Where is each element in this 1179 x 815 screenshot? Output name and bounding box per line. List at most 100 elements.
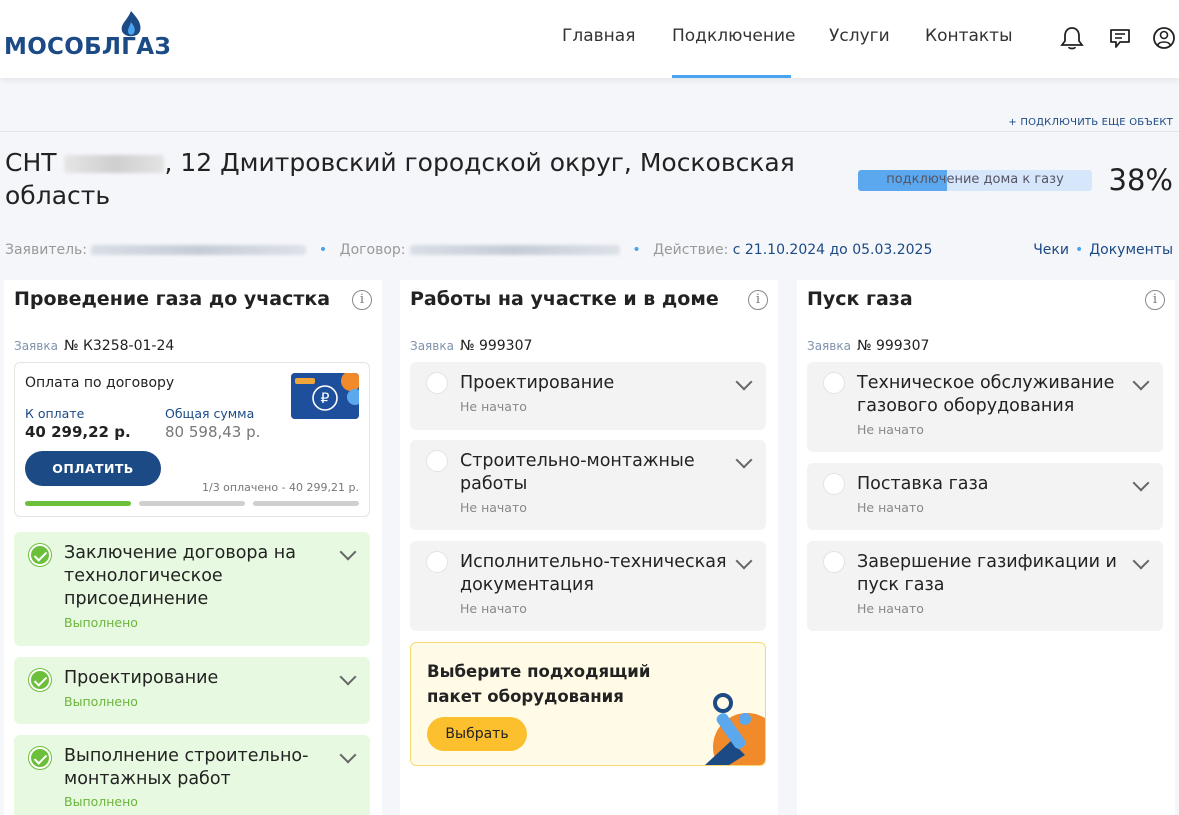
step-status: Не начато <box>460 500 527 515</box>
step-title: Завершение газификации и пуск газа <box>857 552 1117 595</box>
svg-text:₽: ₽ <box>321 391 330 407</box>
step-construction[interactable]: Строительно-монтажные работы Не начато <box>410 440 766 530</box>
step-status: Не начато <box>460 399 527 414</box>
column-title: Работы на участке и в доме <box>410 288 719 310</box>
top-header: МОСОБЛГАЗ Главная Подключение Услуги Кон… <box>0 0 1179 78</box>
nav-connection[interactable]: Подключение <box>672 26 796 46</box>
doc-links: Чеки • Документы <box>1033 242 1173 258</box>
applicant-label: Заявитель: <box>5 242 88 258</box>
wrench-illustration-icon <box>705 693 765 765</box>
step-status: Выполнено <box>64 615 138 630</box>
request-value: № 999307 <box>459 338 533 354</box>
action-period: с 21.10.2024 до 05.03.2025 <box>732 242 933 258</box>
nav-contacts[interactable]: Контакты <box>925 26 1013 46</box>
equipment-promo: Выберите подходящий пакет оборудования В… <box>410 642 766 766</box>
step-design[interactable]: Проектирование Выполнено <box>14 657 370 724</box>
chevron-down-icon[interactable] <box>339 668 357 686</box>
step-circle-icon <box>823 551 845 573</box>
check-icon <box>29 669 51 691</box>
step-maintenance[interactable]: Техническое обслуживание газового оборуд… <box>807 362 1163 452</box>
request-value: № 999307 <box>856 338 930 354</box>
column-title: Проведение газа до участка <box>14 288 331 310</box>
total-amount: 80 598,43 р. <box>165 423 261 441</box>
check-icon <box>29 747 51 769</box>
redacted-applicant <box>91 245 307 255</box>
due-label: К оплате <box>25 406 85 421</box>
chevron-down-icon[interactable] <box>1132 373 1150 391</box>
installment-bar <box>25 501 131 506</box>
chevron-down-icon[interactable] <box>339 543 357 561</box>
request-number: Заявка № К3258-01-24 <box>14 338 174 354</box>
object-type: СНТ <box>5 148 57 177</box>
paid-summary: 1/3 оплачено - 40 299,21 р. <box>201 481 359 494</box>
step-title: Заключение договора на технологическое п… <box>64 543 296 609</box>
step-title: Поставка газа <box>857 474 989 494</box>
step-status: Не начато <box>857 422 924 437</box>
info-icon[interactable]: i <box>1145 290 1165 310</box>
action-label: Действие: <box>653 242 729 258</box>
choose-button[interactable]: Выбрать <box>427 717 527 751</box>
step-circle-icon <box>426 450 448 472</box>
connection-progress-bar: подключение дома к газу <box>858 170 1092 191</box>
info-icon[interactable]: i <box>748 290 768 310</box>
step-design[interactable]: Проектирование Не начато <box>410 362 766 430</box>
step-construction[interactable]: Выполнение строительно-монтажных работ В… <box>14 735 370 815</box>
due-amount: 40 299,22 р. <box>25 423 131 441</box>
divider <box>0 131 1179 132</box>
step-circle-icon <box>426 551 448 573</box>
step-status: Не начато <box>460 601 527 616</box>
request-number: Заявка № 999307 <box>807 338 929 354</box>
connect-more-link[interactable]: + ПОДКЛЮЧИТЬ ЕЩЕ ОБЪЕКТ <box>1008 117 1173 128</box>
documents-link[interactable]: Документы <box>1089 242 1173 258</box>
step-gas-supply[interactable]: Поставка газа Не начато <box>807 463 1163 530</box>
chat-icon[interactable] <box>1106 24 1134 52</box>
nav-services[interactable]: Услуги <box>829 26 890 46</box>
chevron-down-icon[interactable] <box>1132 474 1150 492</box>
step-contract[interactable]: Заключение договора на технологическое п… <box>14 532 370 646</box>
redacted-contract <box>409 245 620 255</box>
step-status: Выполнено <box>64 794 138 809</box>
step-title: Проектирование <box>64 668 219 688</box>
object-address: СНТ , 12 Дмитровский городской округ, Мо… <box>5 146 805 212</box>
step-circle-icon <box>823 473 845 495</box>
request-label: Заявка <box>14 339 58 353</box>
chevron-down-icon[interactable] <box>1132 552 1150 570</box>
chevron-down-icon[interactable] <box>735 373 753 391</box>
step-title: Проектирование <box>460 373 615 393</box>
step-status: Выполнено <box>64 694 138 709</box>
bell-icon[interactable] <box>1058 24 1086 52</box>
progress-percent: 38% <box>1108 163 1173 197</box>
step-title: Строительно-монтажные работы <box>460 451 695 494</box>
step-title: Техническое обслуживание газового оборуд… <box>857 373 1115 416</box>
nav-active-indicator <box>672 75 791 78</box>
chevron-down-icon[interactable] <box>735 451 753 469</box>
mosoblgaz-logo[interactable]: МОСОБЛГАЗ <box>4 10 171 66</box>
logo-text: МОСОБЛГАЗ <box>4 34 172 60</box>
nav-home[interactable]: Главная <box>562 26 635 46</box>
user-icon[interactable] <box>1150 24 1178 52</box>
info-icon[interactable]: i <box>352 290 372 310</box>
step-title: Исполнительно-техническая документация <box>460 552 727 595</box>
request-label: Заявка <box>410 339 454 353</box>
step-documentation[interactable]: Исполнительно-техническая документация Н… <box>410 541 766 631</box>
request-number: Заявка № 999307 <box>410 338 532 354</box>
check-icon <box>29 544 51 566</box>
contract-meta: Заявитель: • Договор: • Действие: с 21.1… <box>5 242 933 258</box>
chevron-down-icon[interactable] <box>339 746 357 764</box>
pay-button[interactable]: ОПЛАТИТЬ <box>25 451 161 486</box>
step-circle-icon <box>823 372 845 394</box>
request-value: № К3258-01-24 <box>63 338 175 354</box>
installment-bar <box>253 501 359 506</box>
payment-title: Оплата по договору <box>25 375 175 391</box>
progress-label: подключение дома к газу <box>886 172 1064 187</box>
receipts-link[interactable]: Чеки <box>1033 242 1069 258</box>
total-label: Общая сумма <box>165 406 255 421</box>
step-status: Не начато <box>857 601 924 616</box>
chevron-down-icon[interactable] <box>735 552 753 570</box>
bank-card-icon: ₽ <box>291 373 359 419</box>
payment-card: Оплата по договору ₽ К оплате 40 299,22 … <box>14 362 370 517</box>
promo-title: Выберите подходящий пакет оборудования <box>427 662 651 706</box>
step-gas-start[interactable]: Завершение газификации и пуск газа Не на… <box>807 541 1163 631</box>
installment-bar <box>139 501 245 506</box>
redacted-name <box>64 155 165 173</box>
